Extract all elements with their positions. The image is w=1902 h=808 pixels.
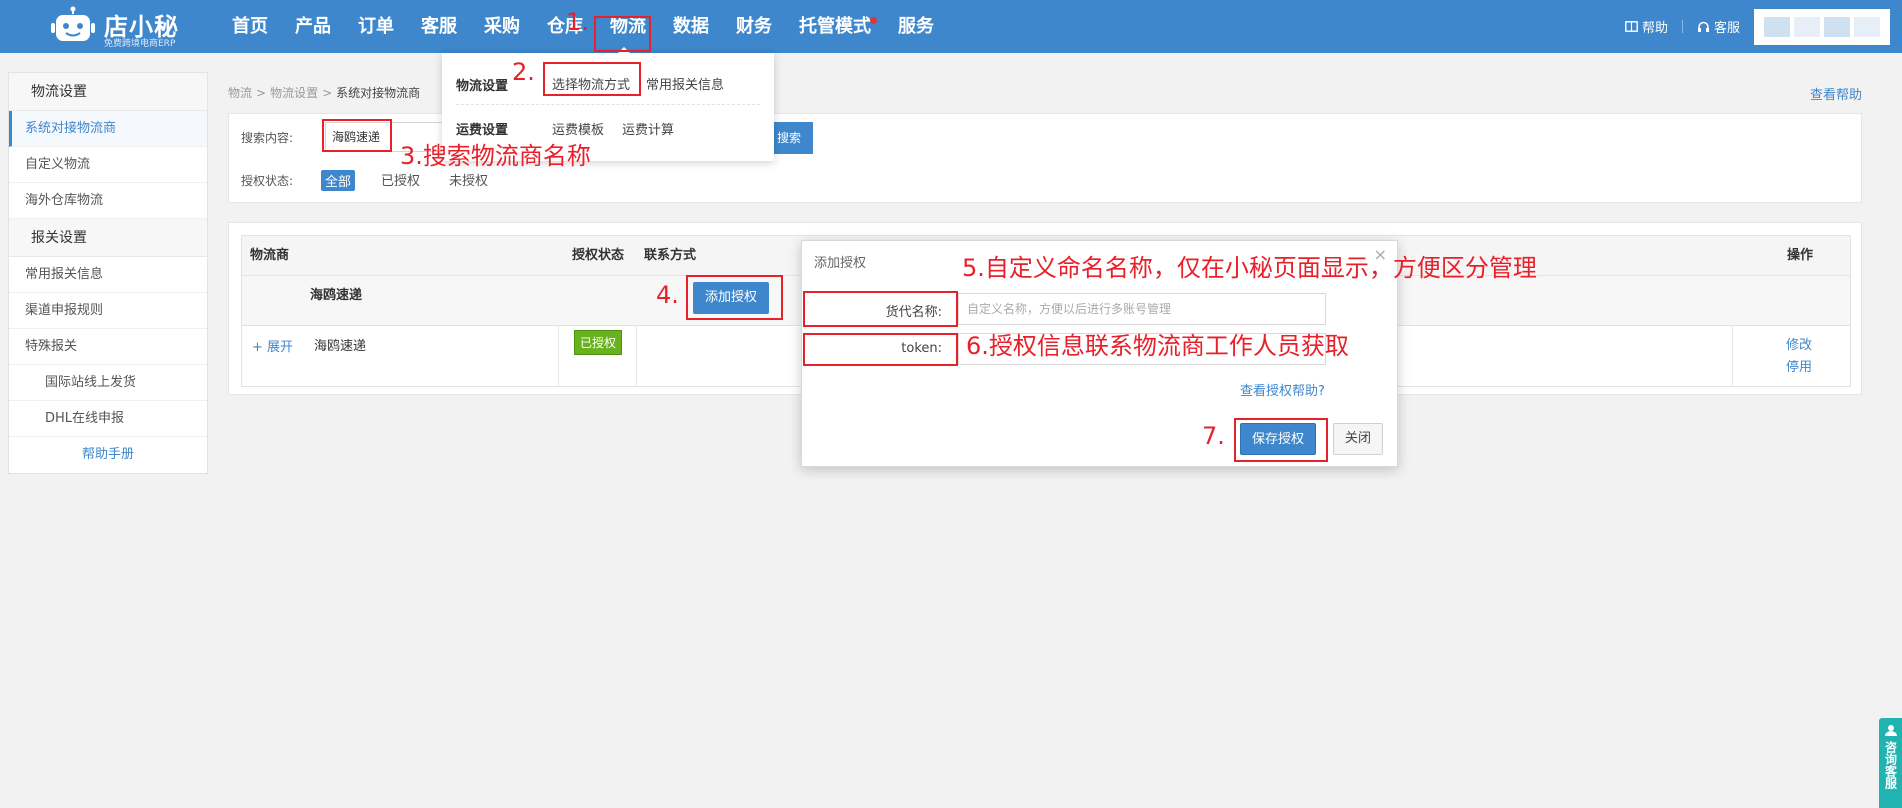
- help-link-label: 帮助: [1641, 21, 1668, 36]
- sidebar-item-channel-rules[interactable]: 渠道申报规则: [9, 293, 207, 329]
- cell: + 展开 海鸥速递: [242, 326, 559, 386]
- modal-title: 添加授权: [814, 256, 867, 271]
- search-label: 搜索内容:: [241, 131, 294, 145]
- masked-block: [1854, 16, 1880, 37]
- breadcrumb-item[interactable]: 物流设置: [270, 86, 318, 100]
- status-badge: 已授权: [574, 330, 623, 355]
- breadcrumb-item[interactable]: 物流: [228, 86, 252, 100]
- sidebar-item-customs-info[interactable]: 常用报关信息: [9, 257, 207, 293]
- logistics-dropdown-menu: 物流设置 选择物流方式 常用报关信息 运费设置 运费模板 运费计算: [442, 53, 774, 161]
- book-icon: [1625, 21, 1638, 32]
- disable-link[interactable]: 停用: [1786, 356, 1812, 375]
- nav-hosting-mode[interactable]: 托管模式: [799, 0, 877, 53]
- notification-dot: [870, 17, 877, 24]
- save-authorization-button[interactable]: 保存授权: [1240, 423, 1316, 455]
- sidebar-item-intl-station[interactable]: 国际站线上发货: [9, 365, 207, 401]
- sidebar-item-dhl-declare[interactable]: DHL在线申报: [9, 401, 207, 437]
- nav-warehouse[interactable]: 仓库: [547, 0, 583, 53]
- menu-item-customs-info[interactable]: 常用报关信息: [646, 74, 724, 93]
- menu-item-freight-template[interactable]: 运费模板: [552, 119, 604, 138]
- sidebar-item-system-carriers[interactable]: 系统对接物流商: [9, 111, 207, 147]
- sidebar-item-special-customs[interactable]: 特殊报关: [9, 329, 207, 365]
- user-icon: [1884, 725, 1897, 736]
- forwarder-name-input[interactable]: 自定义名称，方便以后进行多账号管理: [958, 293, 1326, 325]
- divider: [1681, 20, 1683, 33]
- top-navbar: 店小秘 免费跨境电商ERP 首页 产品 订单 客服 采购 仓库 物流 数据 财务…: [0, 0, 1902, 53]
- col-carrier: 物流商: [250, 248, 290, 263]
- dropdown-heading-freight: 运费设置: [456, 123, 509, 138]
- consult-service-label: 咨询客服: [1883, 741, 1898, 789]
- masked-block: [1824, 16, 1850, 37]
- nav-data[interactable]: 数据: [673, 0, 709, 53]
- add-authorization-button[interactable]: 添加授权: [693, 282, 769, 314]
- cell-divider: [1732, 326, 1733, 386]
- sidebar-section-customs: 报关设置: [9, 219, 207, 257]
- nav-customer-service[interactable]: 客服: [421, 0, 457, 53]
- consult-service-tab[interactable]: 咨询客服: [1879, 718, 1902, 808]
- nav-logistics[interactable]: 物流: [610, 0, 646, 53]
- token-label: token:: [901, 341, 942, 356]
- filter-unauthorized[interactable]: 未授权: [449, 170, 488, 189]
- auth-status-label: 授权状态:: [241, 174, 294, 188]
- masked-block: [1764, 16, 1790, 37]
- dropdown-heading-logistics: 物流设置: [456, 79, 509, 94]
- filter-all[interactable]: 全部: [321, 170, 356, 191]
- add-authorization-modal: 添加授权 × 货代名称: 自定义名称，方便以后进行多账号管理 token: 查看…: [801, 240, 1398, 467]
- nav-services[interactable]: 服务: [898, 0, 934, 53]
- expand-link[interactable]: + 展开: [252, 336, 293, 355]
- breadcrumb-separator: >: [322, 86, 333, 100]
- left-sidebar: 物流设置 系统对接物流商 自定义物流 海外仓库物流 报关设置 常用报关信息 渠道…: [8, 72, 208, 474]
- col-auth-status: 授权状态: [572, 248, 625, 263]
- menu-item-freight-calc[interactable]: 运费计算: [622, 119, 674, 138]
- service-link-label: 客服: [1713, 21, 1740, 36]
- breadcrumb-separator: >: [256, 86, 267, 100]
- nav-orders[interactable]: 订单: [358, 0, 394, 53]
- sidebar-help-manual[interactable]: 帮助手册: [9, 437, 207, 473]
- forwarder-name-label: 货代名称:: [885, 305, 942, 320]
- robot-logo-icon: [51, 6, 95, 41]
- nav-purchase[interactable]: 采购: [484, 0, 520, 53]
- main-nav: 首页 产品 订单 客服 采购 仓库 物流 数据 财务 托管模式 服务: [232, 0, 961, 53]
- nav-products[interactable]: 产品: [295, 0, 331, 53]
- masked-block: [1794, 16, 1820, 37]
- sidebar-item-custom-logistics[interactable]: 自定义物流: [9, 147, 207, 183]
- breadcrumb-current: 系统对接物流商: [336, 86, 421, 100]
- divider: [456, 104, 760, 105]
- close-icon[interactable]: ×: [1374, 245, 1387, 264]
- logo[interactable]: 店小秘 免费跨境电商ERP: [50, 2, 200, 50]
- brand-tagline: 免费跨境电商ERP: [104, 39, 176, 49]
- edit-link[interactable]: 修改: [1786, 334, 1812, 353]
- user-account-box[interactable]: [1754, 8, 1890, 45]
- help-link[interactable]: 帮助: [1625, 17, 1668, 36]
- sidebar-item-overseas-warehouse[interactable]: 海外仓库物流: [9, 183, 207, 219]
- breadcrumb: 物流 > 物流设置 > 系统对接物流商: [228, 84, 420, 101]
- nav-home[interactable]: 首页: [232, 0, 268, 53]
- auth-help-link[interactable]: 查看授权帮助?: [1240, 380, 1325, 399]
- nav-hosting-mode-label: 托管模式: [799, 16, 871, 37]
- token-input[interactable]: [958, 333, 1326, 365]
- sidebar-section-logistics: 物流设置: [9, 73, 207, 111]
- carrier-name: 海鸥速递: [314, 339, 367, 354]
- col-contact: 联系方式: [644, 248, 697, 263]
- top-right-links: 帮助 客服: [1625, 0, 1902, 53]
- headset-icon: [1697, 21, 1709, 32]
- nav-finance[interactable]: 财务: [736, 0, 772, 53]
- service-link[interactable]: 客服: [1697, 17, 1740, 36]
- filter-authorized[interactable]: 已授权: [381, 170, 420, 189]
- carrier-group-name: 海鸥速递: [310, 288, 363, 303]
- view-help-link[interactable]: 查看帮助: [1810, 84, 1862, 103]
- menu-item-select-method[interactable]: 选择物流方式: [552, 74, 630, 93]
- col-ops: 操作: [1787, 248, 1814, 263]
- close-button[interactable]: 关闭: [1333, 423, 1383, 455]
